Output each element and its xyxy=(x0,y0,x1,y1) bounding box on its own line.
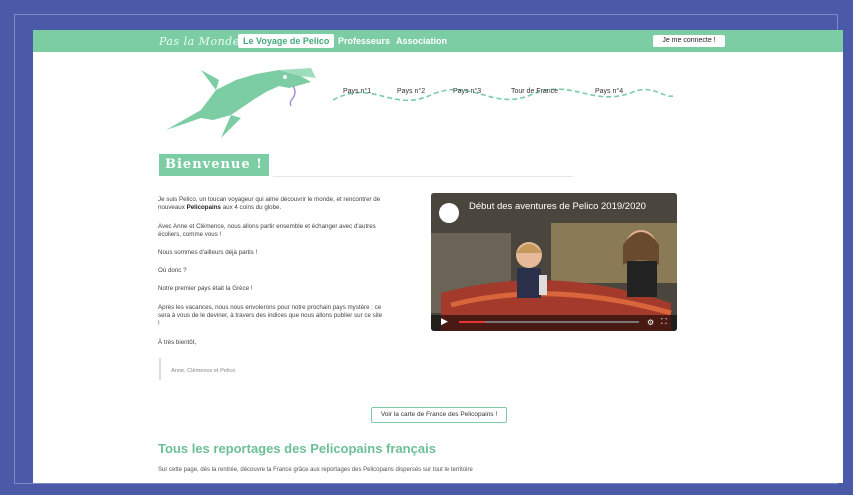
nav-professeurs[interactable]: Professeurs xyxy=(333,34,395,48)
nav-voyage-pelico[interactable]: Le Voyage de Pelico xyxy=(238,34,335,48)
video-controls xyxy=(431,315,677,331)
video-title[interactable]: Début des aventures de Pelico 2019/2020 xyxy=(469,201,669,213)
top-nav: Pas la Monde Le Voyage de Pelico Profess… xyxy=(33,30,843,52)
login-button[interactable]: Je me connecte ! xyxy=(653,35,725,47)
journey-step-tour-de-france[interactable]: Tour de France xyxy=(511,88,558,95)
signature-block: Anne, Clémence et Pelico xyxy=(159,358,301,380)
welcome-paragraph-5: Notre premier pays était la Grèce ! xyxy=(158,285,253,292)
welcome-paragraph-1: Je suis Pelico, un toucan voyageur qui a… xyxy=(158,196,381,211)
divider xyxy=(273,176,573,177)
welcome-paragraph-4: Où donc ? xyxy=(158,267,187,274)
video-progress-bar[interactable] xyxy=(459,321,639,323)
reports-heading: Tous les reportages des Pelicopains fran… xyxy=(158,441,436,456)
journey-step-4[interactable]: Pays n°4 xyxy=(595,88,623,95)
page: Pas la Monde Le Voyage de Pelico Profess… xyxy=(33,30,843,483)
fullscreen-icon[interactable]: ⛶ xyxy=(661,317,667,327)
welcome-title: Bienvenue ! xyxy=(159,154,269,176)
settings-gear-icon[interactable]: ⚙ xyxy=(647,318,654,327)
journey-step-3[interactable]: Pays n°3 xyxy=(453,88,481,95)
video-player[interactable]: Début des aventures de Pelico 2019/2020 … xyxy=(431,193,677,331)
signature-text: Anne, Clémence et Pelico xyxy=(171,368,236,374)
journey-step-2[interactable]: Pays n°2 xyxy=(397,88,425,95)
nav-association[interactable]: Association xyxy=(391,34,452,48)
channel-avatar-icon[interactable] xyxy=(439,203,459,223)
reports-text: Sur cette page, dès la rentrée, découvre… xyxy=(158,467,473,473)
welcome-paragraph-2: Avec Anne et Clémence, nous allons parti… xyxy=(158,223,376,238)
toucan-illustration xyxy=(166,68,316,138)
welcome-paragraph-3: Nous sommes d'ailleurs déjà partis ! xyxy=(158,249,258,256)
video-thumbnail xyxy=(431,193,677,331)
welcome-paragraph-7: À très bientôt, xyxy=(158,339,197,346)
play-icon[interactable]: ▶ xyxy=(441,316,448,327)
welcome-paragraph-6: Après les vacances, nous nous envolerons… xyxy=(158,304,383,327)
journey-path xyxy=(333,88,673,102)
map-button[interactable]: Voir la carte de France des Pelicopains … xyxy=(371,407,507,423)
journey-step-1[interactable]: Pays n°1 xyxy=(343,88,371,95)
brand-logo[interactable]: Pas la Monde xyxy=(159,35,240,48)
